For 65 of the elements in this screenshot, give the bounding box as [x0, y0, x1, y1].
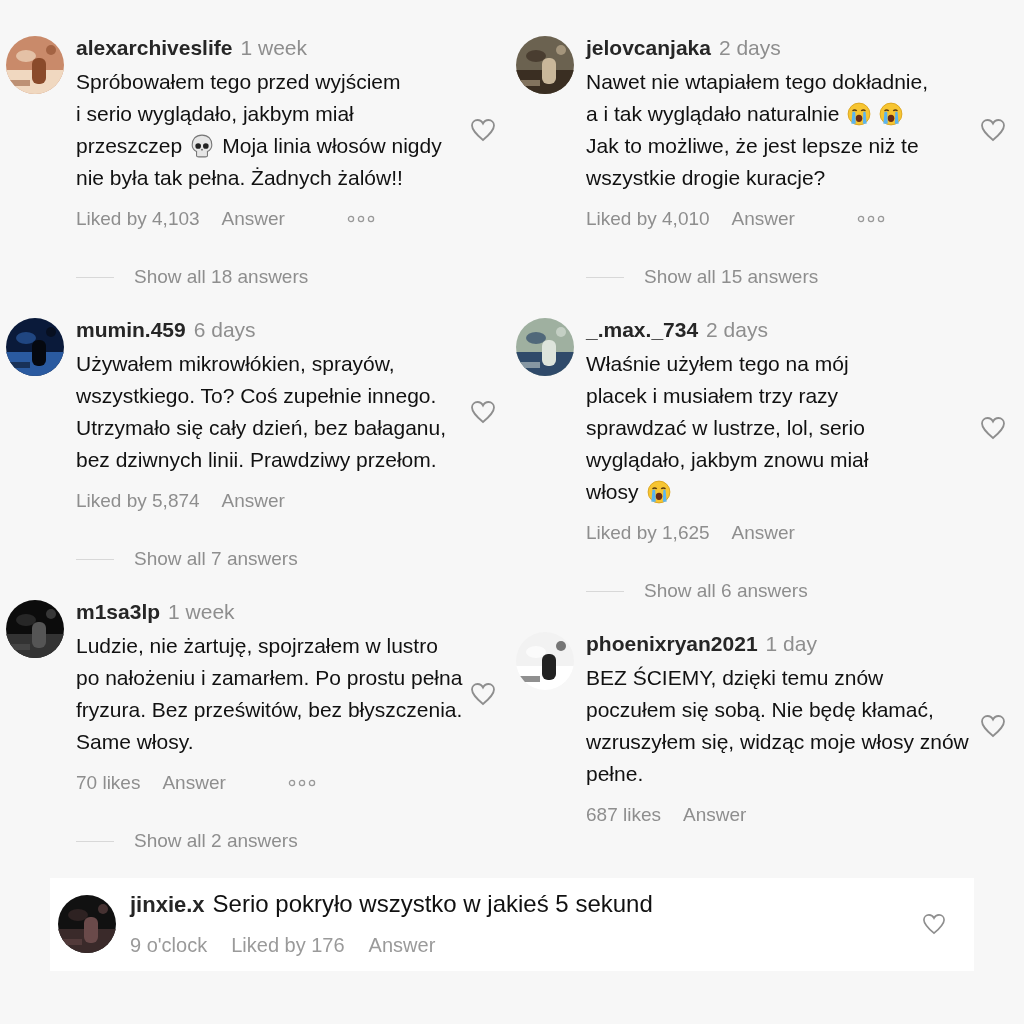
comment-time: 1 week [240, 36, 307, 60]
comment-text: a i tak wyglądało naturalnie [586, 101, 840, 127]
show-answers-link[interactable]: Show all 7 answers [134, 548, 298, 570]
more-icon[interactable] [856, 215, 885, 223]
answer-link[interactable]: Answer [221, 208, 285, 230]
show-answers-link[interactable]: Show all 18 answers [134, 266, 309, 288]
comment-text: przeszczep [76, 133, 183, 159]
comment-text: Nawet nie wtapiałem tego dokładnie, [586, 69, 929, 95]
show-answers-link[interactable]: Show all 2 answers [134, 830, 298, 852]
likes-count[interactable]: 687 likes [586, 804, 661, 826]
comment-text: Ludzie, nie żartuję, spojrzałem w lustro po nałożeniu i zamarłem. Po prostu pełna fryzura. Bez prześwitów, bez błyszczenia. Same włosy. [76, 634, 463, 753]
heart-icon[interactable] [980, 714, 1006, 738]
answer-link[interactable]: Answer [731, 522, 795, 544]
crying-face-icon [646, 480, 671, 504]
comment-text: włosy [586, 479, 639, 505]
comment-text: wyglądało, jakbym znowu miał [586, 447, 869, 473]
likes-count[interactable]: Liked by 1,625 [586, 522, 710, 544]
likes-count[interactable]: Liked by 5,874 [76, 490, 200, 512]
likes-count[interactable]: 70 likes [76, 772, 141, 794]
show-answers-link[interactable]: Show all 15 answers [644, 266, 819, 288]
username[interactable]: _.max._734 [586, 318, 699, 342]
likes-count[interactable]: Liked by 4,103 [76, 208, 200, 230]
more-icon[interactable] [287, 779, 316, 787]
comment-text: Moja linia włosów nigdy [222, 133, 442, 159]
heart-icon[interactable] [980, 416, 1006, 440]
comment-time: 6 days [193, 318, 256, 342]
comment-time: 1 week [168, 600, 235, 624]
comment-text: placek i musiałem trzy razy [586, 383, 839, 409]
crying-face-icon [847, 102, 872, 126]
answer-link[interactable]: Answer [162, 772, 226, 794]
comment-text: wszystkie drogie kuracje? [586, 165, 826, 191]
comment-text: i serio wyglądało, jakbym miał [76, 101, 354, 127]
heart-icon[interactable] [922, 912, 946, 935]
heart-icon[interactable] [470, 118, 496, 142]
username[interactable]: mumin.459 [76, 318, 186, 342]
comment-text: Serio pokryło wszystko w jakieś 5 sekund [212, 890, 653, 918]
heart-icon[interactable] [470, 400, 496, 424]
comment-text: sprawdzać w lustrze, lol, serio [586, 415, 865, 441]
comment-text: BEZ ŚCIEMY, dzięki temu znów poczułem się sobą. Nie będę kłamać, wzruszyłem się, widząc moje włosy znów pełne. [586, 666, 969, 785]
more-icon[interactable] [346, 215, 375, 223]
comment-time: 9 o'clock [130, 934, 208, 957]
answer-link[interactable]: Answer [683, 804, 747, 826]
heart-icon[interactable] [470, 682, 496, 706]
comment-text: Jak to możliwe, że jest lepsze niż te [586, 133, 919, 159]
username[interactable]: jinxie.x [130, 892, 205, 918]
username[interactable]: alexarchiveslife [76, 36, 233, 60]
answer-link[interactable]: Answer [221, 490, 285, 512]
likes-count[interactable]: Liked by 176 [231, 934, 345, 957]
show-answers-link[interactable]: Show all 6 answers [644, 580, 808, 602]
answer-link[interactable]: Answer [731, 208, 795, 230]
username[interactable]: phoenixryan2021 [586, 632, 758, 656]
skull-icon [190, 134, 215, 158]
likes-count[interactable]: Liked by 4,010 [586, 208, 710, 230]
heart-icon[interactable] [980, 118, 1006, 142]
comment-time: 2 days [706, 318, 768, 342]
answer-link[interactable]: Answer [368, 934, 436, 957]
username[interactable]: jelovcanjaka [586, 36, 711, 60]
comment-time: 1 day [765, 632, 817, 656]
comment-text: nie była tak pełna. Żadnych żalów!! [76, 165, 403, 191]
comment-text: Używałem mikrowłókien, sprayów, wszystkiego. To? Coś zupełnie innego. Utrzymało się cały dzień, bez bałaganu, bez dziwnych linii. Prawdziwy przełom. [76, 352, 447, 471]
comment-text: Spróbowałem tego przed wyjściem [76, 69, 401, 95]
crying-face-icon [879, 102, 904, 126]
username[interactable]: m1sa3lp [76, 600, 161, 624]
comment-text: Właśnie użyłem tego na mój [586, 351, 849, 377]
comment-time: 2 days [718, 36, 781, 60]
